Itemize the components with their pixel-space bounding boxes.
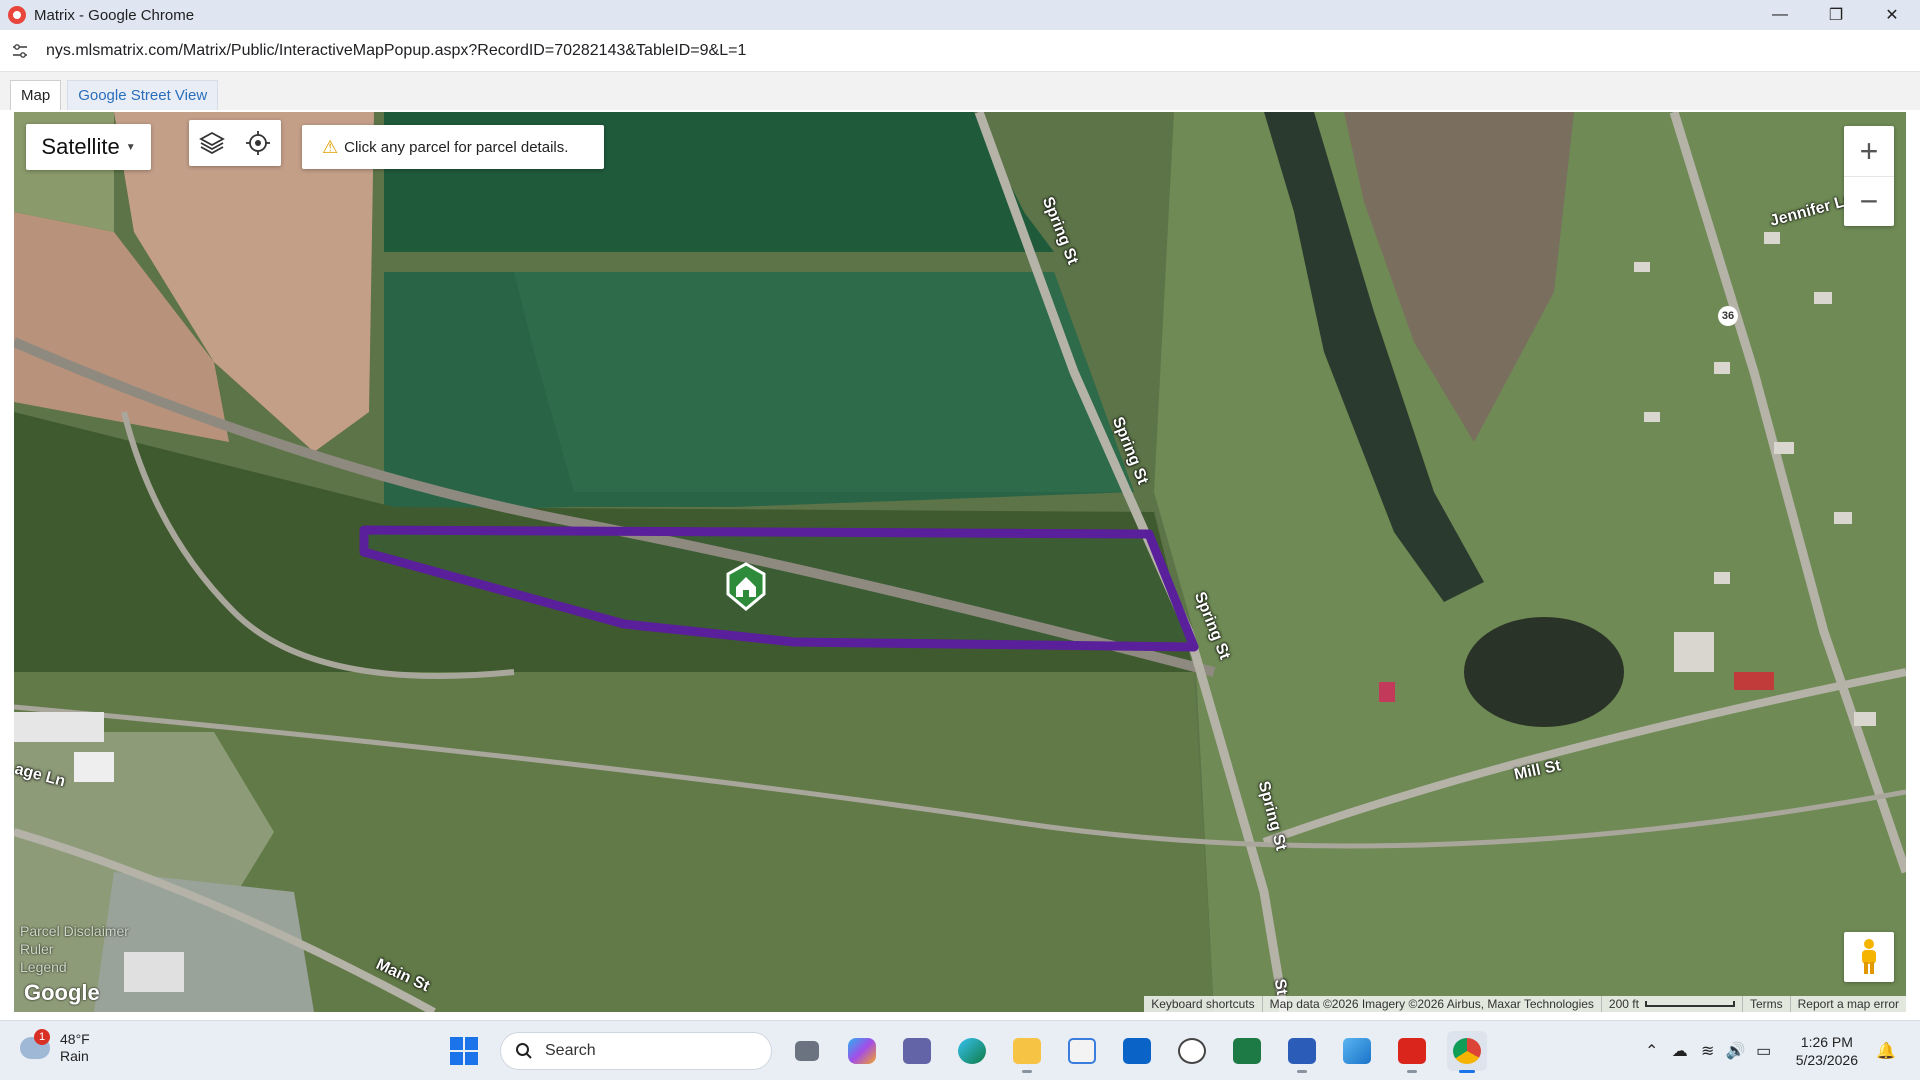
report-map-error-link[interactable]: Report a map error bbox=[1789, 996, 1906, 1012]
search-icon bbox=[516, 1043, 532, 1059]
search-placeholder: Search bbox=[545, 1042, 596, 1059]
window-title: Matrix - Google Chrome bbox=[34, 6, 195, 24]
cloud-sync-icon[interactable]: ☁ bbox=[1666, 1041, 1694, 1061]
locate-icon[interactable] bbox=[245, 130, 271, 156]
edge-button[interactable] bbox=[952, 1031, 992, 1071]
taskbar: 1 48°F Rain Search ⌃ ☁ ≋ 🔊 ▭ 1:26 PM 5/2… bbox=[0, 1020, 1920, 1080]
legend-link[interactable]: Legend bbox=[20, 958, 129, 976]
title-bar: Matrix - Google Chrome — ❐ ✕ bbox=[0, 0, 1920, 30]
notification-bell-icon[interactable]: 🔔 bbox=[1872, 1041, 1900, 1061]
restore-button[interactable]: ❐ bbox=[1808, 0, 1864, 30]
chrome-button[interactable] bbox=[1447, 1031, 1487, 1073]
running-indicator bbox=[1407, 1070, 1417, 1073]
excel-button[interactable] bbox=[1227, 1031, 1267, 1071]
map-left-links: Parcel Disclaimer Ruler Legend bbox=[20, 922, 129, 976]
photos-button[interactable] bbox=[1337, 1031, 1377, 1071]
file-explorer-button[interactable] bbox=[1007, 1031, 1047, 1073]
site-info-icon[interactable] bbox=[10, 41, 30, 61]
clock-date: 5/23/2026 bbox=[1795, 1052, 1858, 1068]
satellite-imagery bbox=[14, 112, 1906, 1012]
pegman-icon bbox=[1862, 939, 1876, 974]
chevron-up-icon[interactable]: ⌃ bbox=[1638, 1041, 1666, 1061]
google-logo: Google bbox=[24, 980, 100, 1005]
copilot-icon bbox=[848, 1038, 876, 1064]
address-bar: nys.mlsmatrix.com/Matrix/Public/Interact… bbox=[0, 30, 1920, 72]
zoom-out-button[interactable]: − bbox=[1844, 176, 1894, 226]
rain-cloud-icon: 1 bbox=[20, 1029, 50, 1059]
running-indicator bbox=[1022, 1070, 1032, 1073]
scale-label: 200 ft bbox=[1608, 997, 1639, 1011]
caret-down-icon: ▼ bbox=[125, 141, 136, 153]
scale-indicator[interactable]: 200 ft bbox=[1600, 996, 1742, 1012]
url-field[interactable]: nys.mlsmatrix.com/Matrix/Public/Interact… bbox=[46, 42, 746, 60]
copilot-button[interactable] bbox=[842, 1031, 882, 1071]
task-view-icon bbox=[795, 1041, 819, 1061]
task-view-button[interactable] bbox=[787, 1031, 827, 1071]
chrome-taskbar-icon bbox=[1453, 1038, 1481, 1064]
notice-text: Click any parcel for parcel details. bbox=[344, 138, 569, 156]
window-controls: — ❐ ✕ bbox=[1752, 0, 1920, 30]
map-data-text: Map data ©2026 Imagery ©2026 Airbus, Max… bbox=[1261, 996, 1601, 1012]
map-type-label: Satellite bbox=[41, 134, 120, 159]
weather-temp: 48°F bbox=[60, 1031, 90, 1047]
acrobat-button[interactable] bbox=[1392, 1031, 1432, 1073]
scale-bar bbox=[1644, 1001, 1735, 1007]
parcel-notice: ⚠ Click any parcel for parcel details. bbox=[302, 125, 604, 169]
street-view-pegman-button[interactable] bbox=[1844, 932, 1894, 982]
start-button[interactable] bbox=[444, 1031, 484, 1071]
chrome-icon bbox=[8, 6, 26, 24]
dell-button[interactable] bbox=[1172, 1031, 1212, 1071]
map-type-dropdown[interactable]: Satellite ▼ bbox=[26, 124, 151, 170]
route-36-shield: 36 bbox=[1718, 306, 1738, 326]
tab-map[interactable]: Map bbox=[10, 80, 62, 110]
map-tools bbox=[189, 120, 281, 166]
running-indicator bbox=[1459, 1070, 1475, 1073]
teams-button[interactable] bbox=[897, 1031, 937, 1071]
store-button[interactable] bbox=[1062, 1031, 1102, 1071]
map-attribution: Keyboard shortcuts Map data ©2026 Imager… bbox=[1144, 996, 1906, 1012]
close-button[interactable]: ✕ bbox=[1864, 0, 1920, 30]
acrobat-icon bbox=[1398, 1038, 1426, 1064]
tab-google-street-view[interactable]: Google Street View bbox=[67, 80, 219, 110]
word-button[interactable] bbox=[1282, 1031, 1322, 1073]
clock[interactable]: 1:26 PM 5/23/2026 bbox=[1796, 1033, 1858, 1069]
folder-icon bbox=[1013, 1038, 1041, 1064]
running-indicator bbox=[1297, 1070, 1307, 1073]
weather-widget[interactable]: 1 48°F Rain bbox=[20, 1029, 90, 1065]
taskbar-search[interactable]: Search bbox=[500, 1032, 772, 1070]
windows-icon bbox=[450, 1037, 478, 1065]
ruler-link[interactable]: Ruler bbox=[20, 940, 129, 958]
excel-icon bbox=[1233, 1038, 1261, 1064]
teams-icon bbox=[903, 1038, 931, 1064]
wifi-icon[interactable]: ≋ bbox=[1694, 1041, 1722, 1061]
battery-icon[interactable]: ▭ bbox=[1750, 1041, 1778, 1061]
weather-text: 48°F Rain bbox=[60, 1031, 90, 1065]
weather-desc: Rain bbox=[60, 1048, 89, 1064]
warning-icon: ⚠ bbox=[322, 136, 339, 157]
store-icon bbox=[1068, 1038, 1096, 1064]
outlook-button[interactable] bbox=[1117, 1031, 1157, 1071]
edge-icon bbox=[958, 1038, 986, 1064]
photos-icon bbox=[1343, 1038, 1371, 1064]
road-label-spring-st: St bbox=[1270, 977, 1291, 997]
satellite-map[interactable]: Spring St Spring St Spring St Spring St … bbox=[14, 112, 1906, 1012]
weather-badge: 1 bbox=[34, 1029, 50, 1045]
zoom-control: + − bbox=[1844, 126, 1894, 226]
system-tray: ⌃ ☁ ≋ 🔊 ▭ 1:26 PM 5/23/2026 🔔 bbox=[1638, 1021, 1900, 1081]
dell-icon bbox=[1178, 1038, 1206, 1064]
volume-icon[interactable]: 🔊 bbox=[1722, 1041, 1750, 1061]
minimize-button[interactable]: — bbox=[1752, 0, 1808, 30]
outlook-icon bbox=[1123, 1038, 1151, 1064]
clock-time: 1:26 PM bbox=[1800, 1034, 1853, 1050]
zoom-in-button[interactable]: + bbox=[1844, 126, 1894, 176]
parcel-disclaimer-link[interactable]: Parcel Disclaimer bbox=[20, 922, 129, 940]
word-icon bbox=[1288, 1038, 1316, 1064]
page-tabs: Map Google Street View bbox=[0, 72, 1920, 110]
taskbar-apps: Search bbox=[444, 1029, 1487, 1073]
terms-link[interactable]: Terms bbox=[1741, 996, 1790, 1012]
keyboard-shortcuts-link[interactable]: Keyboard shortcuts bbox=[1144, 996, 1261, 1012]
layers-icon[interactable] bbox=[199, 130, 225, 156]
property-marker-icon[interactable] bbox=[724, 562, 768, 612]
